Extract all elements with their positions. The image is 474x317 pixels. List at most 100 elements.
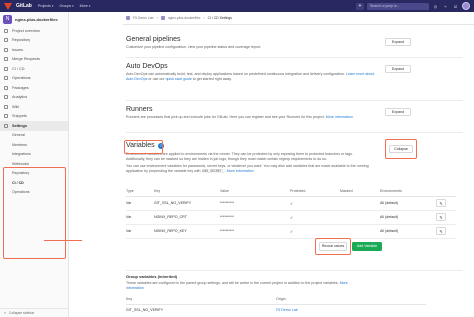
cloud-icon (4, 76, 8, 81)
annotation-box-collapse (385, 139, 417, 159)
column-origin: Origin (276, 294, 426, 305)
cell-value: ********** (220, 196, 290, 211)
section-divider (126, 270, 463, 271)
collapse-sidebar-button[interactable]: «Collapse sidebar (0, 308, 68, 317)
column-actions (436, 186, 456, 197)
breadcrumb: F5 Demo Lab › nginx-plus-dockerfilec › C… (126, 15, 232, 21)
quick-start-guide-link[interactable]: quick start guide (166, 77, 192, 81)
cell-value: ********** (220, 210, 290, 225)
sidebar-item-repository[interactable]: Repository (0, 36, 68, 46)
breadcrumb-separator: › (156, 16, 158, 20)
table-header-row: Type Key Value Protected Masked Environm… (126, 186, 456, 197)
sidebar-item-snippets[interactable]: Snippets (0, 112, 68, 122)
package-icon (4, 85, 8, 90)
breadcrumb-group[interactable]: F5 Demo Lab (133, 16, 154, 20)
sidebar-item-wiki[interactable]: Wiki (0, 102, 68, 112)
runners-title: Runners (126, 106, 153, 113)
repo-icon (4, 38, 8, 43)
cell-masked (340, 224, 380, 239)
general-pipelines-title: General pipelines (126, 36, 181, 43)
nav-groups[interactable]: Groups ▾ (59, 4, 73, 8)
plus-icon[interactable]: + (356, 2, 364, 10)
section-divider (126, 132, 463, 133)
cell-protected-check-icon: ✓ (290, 196, 340, 211)
snippet-icon (4, 114, 8, 119)
cell-masked (340, 196, 380, 211)
sidebar-subitem-general[interactable]: General (0, 131, 68, 141)
add-variable-button[interactable]: Add Variable (352, 242, 382, 251)
main-content: F5 Demo Lab › nginx-plus-dockerfilec › C… (69, 12, 474, 317)
section-divider (126, 57, 463, 58)
chevron-down-icon: ▾ (51, 4, 54, 8)
pencil-icon: ✎ (439, 215, 443, 220)
sidebar-item-project-overview[interactable]: Project overview (0, 26, 68, 36)
runners-more-info-link[interactable]: More information (326, 115, 353, 119)
table-row: GIT_SSL_NO_VERIFY F5 Demo Lab (126, 304, 426, 315)
breadcrumb-separator: › (203, 16, 205, 20)
expand-runners-button[interactable]: Expand (385, 108, 411, 116)
auto-devops-title: Auto DevOps (126, 63, 168, 70)
breadcrumb-section[interactable]: CI / CD Settings (208, 16, 232, 20)
todos-icon[interactable]: ☑ (452, 3, 459, 10)
merge-requests-icon[interactable]: ⑂ (442, 3, 449, 10)
column-value: Value (220, 186, 290, 197)
book-icon (4, 104, 8, 109)
sidebar-subitem-integrations[interactable]: Integrations (0, 150, 68, 160)
runners-desc: Runners are processes that pick up and e… (126, 114, 353, 119)
chevron-down-icon: ▾ (72, 4, 74, 8)
project-name: nginx-plus-dockerfilec (15, 16, 58, 22)
cell-environment: All (default) (380, 196, 436, 211)
chevron-down-icon: ▾ (88, 4, 91, 8)
sidebar-subitem-members[interactable]: Members (0, 140, 68, 150)
column-key: Key (126, 294, 276, 305)
column-masked: Masked (340, 186, 380, 197)
cell-protected-check-icon: ✓ (290, 210, 340, 225)
table-row: Var NGINX_REPO_KEY ********** ✓ All (def… (126, 224, 456, 239)
variables-table: Type Key Value Protected Masked Environm… (126, 186, 456, 239)
cell-environment: All (default) (380, 210, 436, 225)
pencil-icon: ✎ (439, 201, 443, 206)
sidebar-item-settings[interactable]: Settings (0, 121, 68, 131)
sidebar-item-packages[interactable]: Packages (0, 83, 68, 93)
sidebar-item-ci-cd[interactable]: CI / CD (0, 64, 68, 74)
table-row: Var GIT_SSL_NO_VERIFY ********** ✓ All (… (126, 196, 456, 211)
table-row: Var NGINX_REPO_CRT ********** ✓ All (def… (126, 210, 456, 225)
sidebar-project-header[interactable]: N nginx-plus-dockerfilec (0, 12, 68, 26)
edit-variable-button[interactable]: ✎ (436, 199, 446, 207)
auto-devops-desc: Auto DevOps can automatically build, tes… (126, 71, 375, 81)
annotation-box-settings (3, 167, 66, 259)
general-pipelines-desc: Customize your pipeline configuration, v… (126, 44, 262, 49)
edit-variable-button[interactable]: ✎ (436, 227, 446, 235)
cell-masked (340, 210, 380, 225)
cell-key: NGINX_REPO_KEY (154, 224, 220, 239)
group-variables-table: Key Origin GIT_SSL_NO_VERIFY F5 Demo Lab (126, 294, 426, 315)
sidebar-item-merge-requests[interactable]: Merge Requests (0, 55, 68, 65)
variables-desc-1: Environment variables are applied to env… (126, 152, 353, 161)
origin-link[interactable]: F5 Demo Lab (276, 308, 298, 312)
expand-general-pipelines-button[interactable]: Expand (385, 38, 411, 46)
nav-more[interactable]: More ▾ (80, 4, 91, 8)
sidebar-item-issues[interactable]: Issues (0, 45, 68, 55)
issues-icon[interactable]: ◎ (432, 3, 439, 10)
sidebar-item-analytics[interactable]: Analytics (0, 93, 68, 103)
nav-projects[interactable]: Projects ▾ (38, 4, 54, 8)
gitlab-logo-icon[interactable] (4, 2, 13, 11)
annotation-box-reveal (315, 238, 351, 255)
sidebar: N nginx-plus-dockerfilec Project overvie… (0, 12, 69, 317)
cell-type: Var (126, 196, 154, 211)
auto-devops-section: Auto DevOps Auto DevOps can automaticall… (126, 63, 376, 82)
pencil-icon: ✎ (439, 229, 443, 234)
brand-name[interactable]: GitLab (16, 3, 32, 9)
variables-more-info-link[interactable]: More information (227, 169, 254, 173)
expand-auto-devops-button[interactable]: Expand (385, 65, 411, 73)
cell-type: Var (126, 224, 154, 239)
edit-variable-button[interactable]: ✎ (436, 213, 446, 221)
breadcrumb-project[interactable]: nginx-plus-dockerfilec (168, 16, 201, 20)
table-header-row: Key Origin (126, 294, 426, 305)
search-input[interactable]: Search or jump to... (367, 2, 429, 10)
sidebar-item-operations[interactable]: Operations (0, 74, 68, 84)
variables-desc-2: You can use environment variables for pa… (126, 163, 369, 173)
cell-key: GIT_SSL_NO_VERIFY (126, 307, 164, 312)
group-variables-section: Group variables (inherited) These variab… (126, 274, 366, 291)
avatar[interactable] (462, 2, 470, 10)
